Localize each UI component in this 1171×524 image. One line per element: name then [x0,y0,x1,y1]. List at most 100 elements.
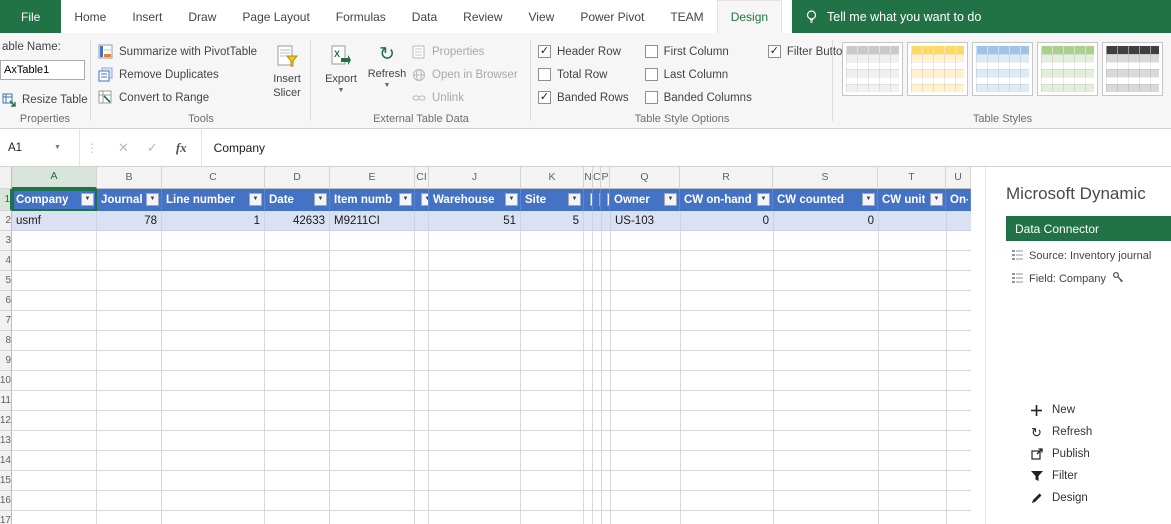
design-button[interactable]: Design [1030,487,1092,509]
cell-C13[interactable] [593,431,602,451]
cell-Q13[interactable] [611,431,681,451]
cell-P2[interactable] [602,211,611,231]
cell-N16[interactable] [584,491,593,511]
cell-A17[interactable] [12,511,97,524]
column-header-U[interactable]: U [946,167,971,189]
cell-U10[interactable] [947,371,971,391]
cell-K13[interactable] [521,431,584,451]
cell-CI5[interactable] [415,271,429,291]
cell-S11[interactable] [774,391,879,411]
column-header-T[interactable]: T [878,167,946,189]
cell-N12[interactable] [584,411,593,431]
checkbox-last-column[interactable]: Last Column [645,63,752,86]
cell-E12[interactable] [330,411,415,431]
column-header-R[interactable]: R [680,167,773,189]
cell-D2[interactable]: 42633 [265,211,330,231]
cell-C17[interactable] [162,511,265,524]
tab-draw[interactable]: Draw [175,0,229,33]
cell-N3[interactable] [584,231,593,251]
column-header-S[interactable]: S [773,167,878,189]
cell-J4[interactable] [429,251,521,271]
cell-T15[interactable] [879,471,947,491]
cell-C12[interactable] [162,411,265,431]
cell-K14[interactable] [521,451,584,471]
cell-B7[interactable] [97,311,162,331]
cell-T17[interactable] [879,511,947,524]
table-style-light-plain[interactable] [842,42,903,96]
cell-P11[interactable] [602,391,611,411]
cell-J16[interactable] [429,491,521,511]
formula-input[interactable]: Company [202,129,1171,166]
name-box[interactable]: ▼ [0,129,80,166]
column-filter-button[interactable]: ▼ [930,193,943,206]
cell-D3[interactable] [265,231,330,251]
cell-J2[interactable]: 51 [429,211,521,231]
cell-A3[interactable] [12,231,97,251]
checkbox-total-row[interactable]: Total Row [538,63,629,86]
cell-B17[interactable] [97,511,162,524]
tab-data[interactable]: Data [399,0,450,33]
row-header-8[interactable]: 8 [0,331,12,351]
cell-A2[interactable]: usmf [12,211,97,231]
tab-file[interactable]: File [0,0,61,33]
cell-E10[interactable] [330,371,415,391]
cell-D5[interactable] [265,271,330,291]
row-header-7[interactable]: 7 [0,311,12,331]
cell-E13[interactable] [330,431,415,451]
cell-C14[interactable] [162,451,265,471]
cell-N9[interactable] [584,351,593,371]
cell-R9[interactable] [681,351,774,371]
table-header-cell-cw-counted[interactable]: CW counted▼ [773,189,878,211]
cell-J10[interactable] [429,371,521,391]
cancel-entry-icon[interactable]: ✕ [118,140,129,156]
table-name-input[interactable] [0,60,85,80]
cell-E8[interactable] [330,331,415,351]
cell-K17[interactable] [521,511,584,524]
cell-Q16[interactable] [611,491,681,511]
cell-T11[interactable] [879,391,947,411]
cell-J15[interactable] [429,471,521,491]
row-header-5[interactable]: 5 [0,271,12,291]
table-header-cell-company[interactable]: Company▼ [12,189,97,211]
cell-C5[interactable] [162,271,265,291]
table-header-cell-item-numb[interactable]: Item numb▼ [330,189,415,211]
cell-Q7[interactable] [611,311,681,331]
cell-A15[interactable] [12,471,97,491]
column-filter-button[interactable]: ▼ [862,193,875,206]
cell-N14[interactable] [584,451,593,471]
cell-B3[interactable] [97,231,162,251]
cell-S13[interactable] [774,431,879,451]
table-style-green[interactable] [1037,42,1098,96]
cell-P12[interactable] [602,411,611,431]
cell-E16[interactable] [330,491,415,511]
cell-U5[interactable] [947,271,971,291]
cell-T9[interactable] [879,351,947,371]
cell-S12[interactable] [774,411,879,431]
cell-C2[interactable] [593,211,602,231]
cell-CI7[interactable] [415,311,429,331]
row-header-17[interactable]: 17 [0,511,12,524]
column-header-A[interactable]: A [12,167,97,189]
cell-D14[interactable] [265,451,330,471]
table-properties-button[interactable]: Properties [412,40,518,63]
tab-home[interactable]: Home [61,0,119,33]
tab-team[interactable]: TEAM [657,0,716,33]
tab-power-pivot[interactable]: Power Pivot [567,0,657,33]
cell-B15[interactable] [97,471,162,491]
refresh-button[interactable]: ↻ Refresh ▼ [364,37,410,89]
cell-E9[interactable] [330,351,415,371]
cell-U4[interactable] [947,251,971,271]
table-header-cell-warehouse[interactable]: Warehouse▼ [429,189,521,211]
cell-P3[interactable] [602,231,611,251]
cell-C5[interactable] [593,271,602,291]
cell-C15[interactable] [593,471,602,491]
cell-R6[interactable] [681,291,774,311]
cell-C12[interactable] [593,411,602,431]
cell-C17[interactable] [593,511,602,524]
cell-C4[interactable] [162,251,265,271]
checkbox-banded-columns[interactable]: Banded Columns [645,86,752,109]
cell-E15[interactable] [330,471,415,491]
cell-B6[interactable] [97,291,162,311]
row-header-15[interactable]: 15 [0,471,12,491]
cell-CI17[interactable] [415,511,429,524]
